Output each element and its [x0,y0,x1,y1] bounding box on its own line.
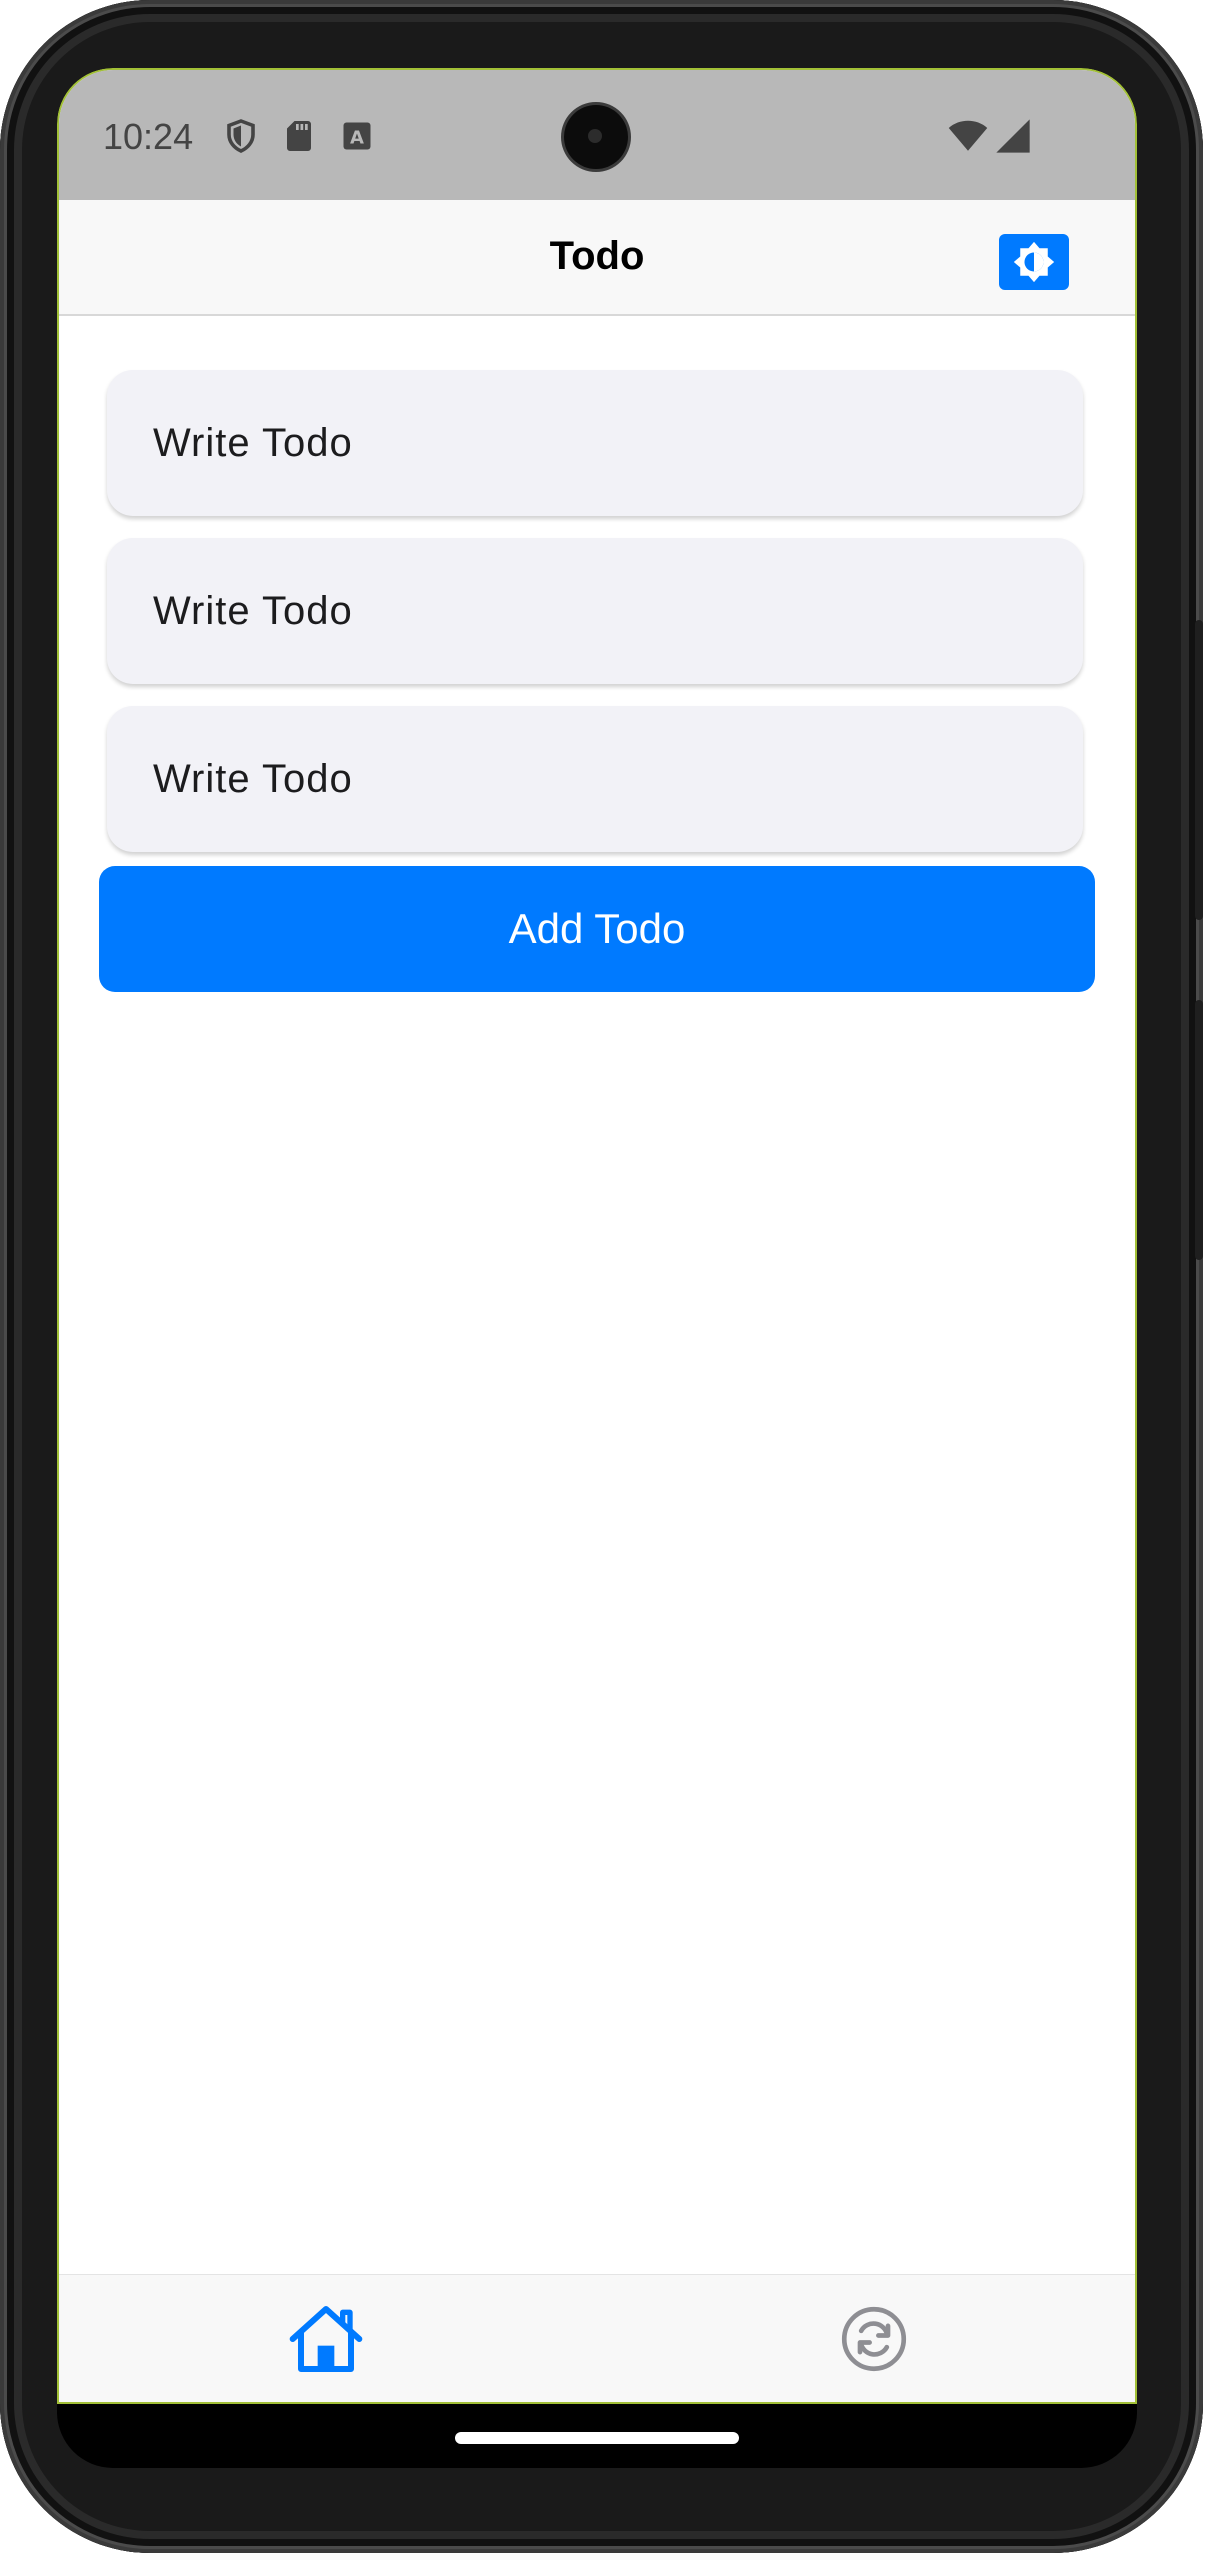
power-button [1195,1000,1203,1260]
status-bar: 10:24 A [59,70,1135,200]
phone-frame: 10:24 A Todo Write Todo Write Todo Write… [0,0,1203,2553]
todo-input[interactable] [151,755,1035,803]
brightness-icon [1013,241,1055,283]
home-indicator[interactable] [455,2432,739,2444]
home-icon [289,2306,363,2372]
status-time: 10:24 [103,116,194,157]
svg-text:A: A [350,128,364,149]
add-todo-button[interactable]: Add Todo [99,866,1095,992]
todo-input[interactable] [151,419,1035,467]
todo-item [107,370,1083,516]
todo-list [107,370,1083,874]
todo-item [107,706,1083,852]
tab-bar [59,2274,1135,2402]
front-camera [564,105,628,169]
tab-home[interactable] [281,2297,371,2381]
nav-header: Todo [59,200,1135,316]
theme-toggle-button[interactable] [999,234,1069,290]
app-window: 10:24 A Todo Write Todo Write Todo Write… [57,68,1137,2404]
signal-icon [996,119,1030,153]
todo-item [107,538,1083,684]
wifi-icon [948,120,988,151]
sd-card-icon [287,121,311,151]
keyboard-a-icon: A [343,122,371,150]
shield-icon [227,119,255,153]
todo-input[interactable] [151,587,1035,635]
sync-icon [841,2306,907,2372]
volume-button [1195,620,1203,920]
tab-sync[interactable] [829,2297,919,2381]
screen: 10:24 A Todo Write Todo Write Todo Write… [57,68,1137,2468]
page-title: Todo [549,234,645,278]
